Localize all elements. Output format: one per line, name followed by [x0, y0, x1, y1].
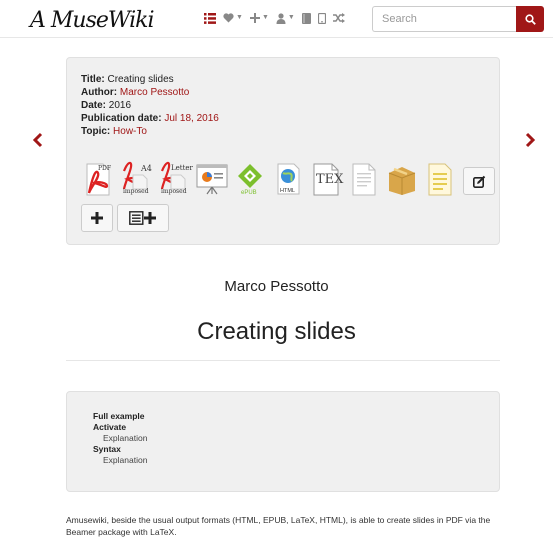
chevron-down-icon: ▼: [287, 14, 295, 21]
heart-icon: [223, 13, 234, 23]
next-arrow[interactable]: [523, 132, 537, 148]
text-info-panel: Title: Creating slides Author: Marco Pes…: [66, 57, 500, 245]
mobile-icon[interactable]: [317, 12, 326, 24]
table-of-contents: Full example Activate Explanation Syntax…: [66, 391, 500, 492]
chevron-down-icon: ▼: [236, 14, 243, 21]
toc-item[interactable]: Explanation: [93, 455, 147, 466]
page-author: Marco Pessotto: [224, 278, 329, 295]
navbar: A MuseWiki ▼ ▼ ▼: [0, 0, 553, 38]
page-title: Creating slides: [197, 318, 356, 345]
topic-link[interactable]: How-To: [113, 126, 147, 137]
previous-arrow[interactable]: [31, 132, 45, 148]
search-icon: [524, 13, 536, 25]
plus-icon: [249, 13, 260, 23]
pdf-download-icon[interactable]: PDF: [81, 161, 115, 197]
slides-download-icon[interactable]: [195, 161, 229, 197]
nav-icon-bar: ▼ ▼ ▼: [204, 11, 345, 25]
chevron-left-icon: [32, 132, 43, 148]
plus-icon: [91, 212, 103, 224]
meta-title: Title: Creating slides: [81, 74, 174, 85]
toc-item[interactable]: Activate: [93, 422, 147, 433]
zip-package-download-icon[interactable]: [385, 161, 419, 197]
tex-download-icon[interactable]: TEX: [309, 161, 343, 197]
chevron-right-icon: [525, 132, 536, 148]
meta-date: Date: 2016: [81, 100, 132, 111]
action-buttons: [81, 204, 169, 232]
add-to-bookbuilder-button[interactable]: [81, 204, 113, 232]
user-menu[interactable]: ▼: [276, 11, 295, 25]
a4-imposed-download-icon[interactable]: A4 imposed: [119, 161, 153, 197]
toc-item[interactable]: Explanation: [93, 433, 147, 444]
meta-pubdate: Publication date: Jul 18, 2016: [81, 113, 219, 124]
meta-topic: Topic: How-To: [81, 126, 147, 137]
chevron-down-icon: ▼: [261, 14, 269, 21]
shuffle-icon[interactable]: [332, 13, 345, 23]
toc-item[interactable]: Full example: [93, 411, 147, 422]
html-download-icon[interactable]: HTML: [271, 161, 305, 197]
site-logo[interactable]: A MuseWiki: [30, 8, 155, 33]
epub-download-icon[interactable]: ePUB: [233, 161, 267, 197]
toc-item[interactable]: Syntax: [93, 444, 147, 455]
text-document-download-icon[interactable]: [423, 161, 457, 197]
author-link[interactable]: Marco Pessotto: [120, 87, 189, 98]
pubdate-link[interactable]: Jul 18, 2016: [164, 113, 219, 124]
edit-icon: [472, 175, 485, 188]
plain-text-download-icon[interactable]: [347, 161, 381, 197]
toc-list: Full example Activate Explanation Syntax…: [93, 411, 147, 466]
list-icon[interactable]: [204, 12, 216, 24]
search-button[interactable]: [516, 6, 544, 32]
book-icon[interactable]: [301, 12, 311, 24]
letter-imposed-download-icon[interactable]: Letter imposed: [157, 161, 193, 197]
meta-author: Author: Marco Pessotto: [81, 87, 190, 98]
list-add-icon: [129, 211, 156, 225]
edit-button[interactable]: [463, 167, 495, 195]
body-paragraph: Amusewiki, beside the usual output forma…: [66, 515, 491, 537]
add-to-collection-button[interactable]: [117, 204, 169, 232]
heart-menu[interactable]: ▼: [223, 11, 243, 25]
divider: [66, 360, 500, 361]
add-menu[interactable]: ▼: [249, 11, 269, 25]
user-icon: [276, 12, 286, 24]
search-input[interactable]: [372, 6, 516, 32]
text-metadata: Title: Creating slides Author: Marco Pes…: [81, 73, 219, 138]
download-formats: PDF A4 imposed Letter imposed ePUB HTML: [81, 161, 495, 197]
